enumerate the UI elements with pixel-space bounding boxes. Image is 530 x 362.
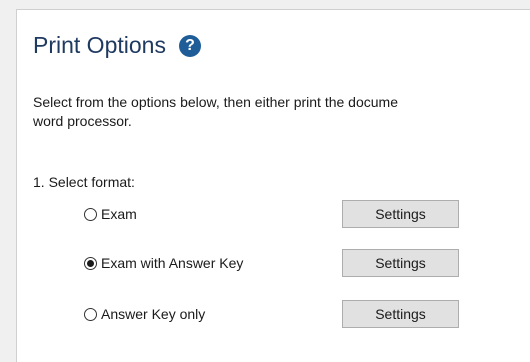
radio-label: Exam [101, 206, 137, 222]
title-row: Print Options ? [33, 32, 201, 59]
radio-answer-key-only[interactable]: Answer Key only [84, 306, 342, 322]
radio-exam-with-answer-key[interactable]: Exam with Answer Key [84, 255, 342, 271]
print-options-panel: Print Options ? Select from the options … [16, 9, 530, 362]
option-row-exam: Exam Settings [84, 200, 459, 228]
radio-label: Answer Key only [101, 306, 206, 322]
radio-exam[interactable]: Exam [84, 206, 342, 222]
exam-with-answer-key-settings-button[interactable]: Settings [342, 249, 459, 277]
exam-settings-button[interactable]: Settings [342, 200, 459, 228]
description-line: word processor. [33, 113, 132, 129]
radio-button-icon[interactable] [84, 207, 97, 221]
radio-label: Exam with Answer Key [101, 255, 244, 271]
option-row-answer-key-only: Answer Key only Settings [84, 300, 459, 328]
help-icon[interactable]: ? [178, 34, 201, 57]
radio-button-icon[interactable] [84, 307, 97, 321]
option-row-exam-with-answer-key: Exam with Answer Key Settings [84, 249, 459, 277]
radio-button-selected-icon[interactable] [84, 256, 97, 270]
select-format-label: 1. Select format: [33, 174, 135, 190]
answer-key-only-settings-button[interactable]: Settings [342, 300, 459, 328]
description: Select from the options below, then eith… [33, 93, 530, 131]
page-title: Print Options [33, 32, 166, 58]
description-line: Select from the options below, then eith… [33, 94, 398, 110]
